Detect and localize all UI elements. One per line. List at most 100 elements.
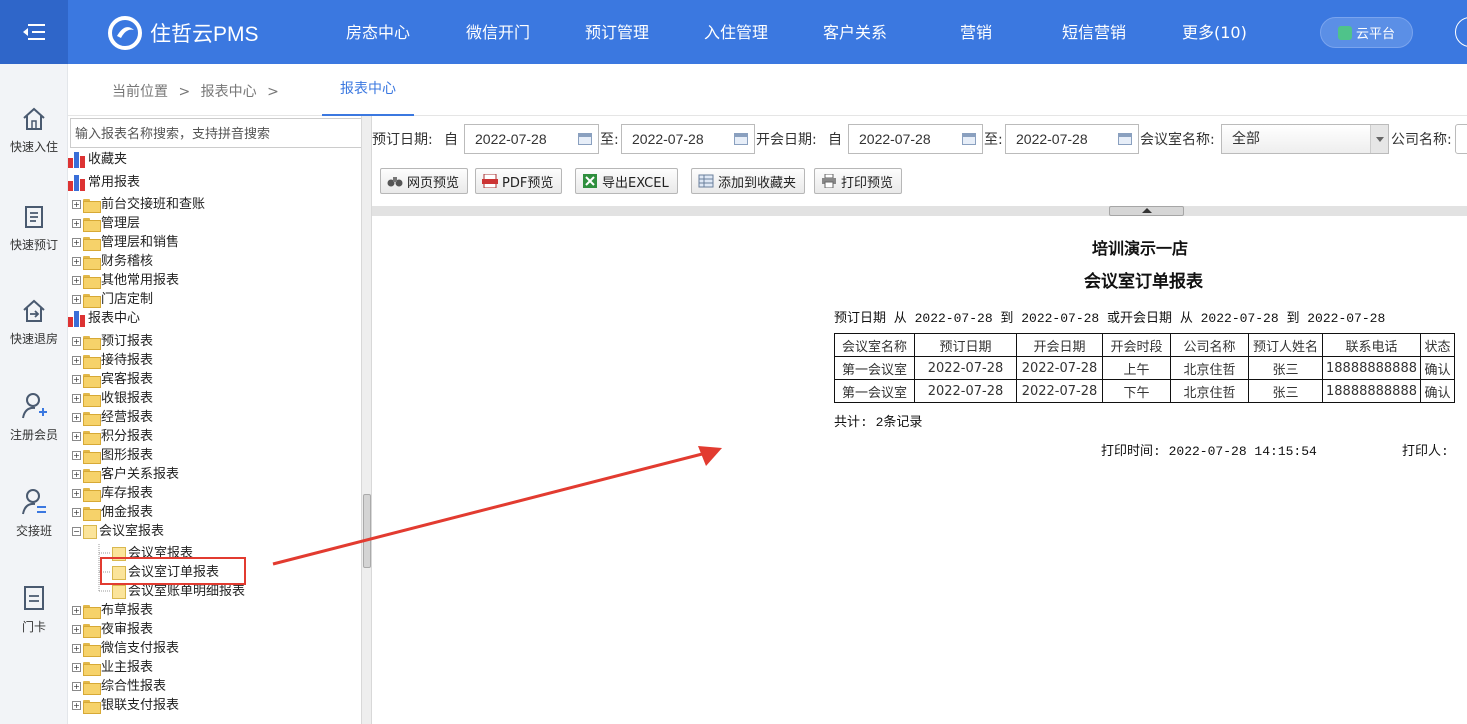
tree-node-management-sales[interactable]: + 管理层和销售 xyxy=(72,233,179,252)
tree-node-comprehensive-reports[interactable]: + 综合性报表 xyxy=(72,677,166,696)
booking-date-label: 预订日期: xyxy=(372,132,433,148)
col-company: 公司名称 xyxy=(1170,333,1249,357)
expand-icon[interactable]: + xyxy=(72,356,81,365)
nav-wechat-door[interactable]: 微信开门 xyxy=(466,0,530,64)
tree-node-label: 前台交接班和查账 xyxy=(101,197,206,212)
tree-node-night-audit-reports[interactable]: + 夜审报表 xyxy=(72,620,153,639)
expand-icon[interactable]: + xyxy=(72,394,81,403)
tree-node-common-reports[interactable]: 常用报表 xyxy=(68,173,140,192)
menu-toggle-button[interactable] xyxy=(0,0,68,64)
tree-node-inventory-reports[interactable]: + 库存报表 xyxy=(72,484,153,503)
expand-icon[interactable]: + xyxy=(72,644,81,653)
user-avatar[interactable] xyxy=(1455,17,1467,47)
meeting-date-to-field[interactable]: 2022-07-28 xyxy=(1005,124,1139,154)
breadcrumb-report-center[interactable]: 报表中心 xyxy=(201,84,257,100)
pdf-preview-button[interactable]: PDF预览 xyxy=(475,168,563,194)
tree-node-reception-reports[interactable]: + 接待报表 xyxy=(72,351,153,370)
tree-node-operation-reports[interactable]: + 经营报表 xyxy=(72,408,153,427)
print-preview-button[interactable]: 打印预览 xyxy=(814,168,903,194)
splitter-collapse-handle[interactable] xyxy=(363,494,371,568)
door-card-button[interactable]: 门卡 xyxy=(0,584,68,635)
nav-booking[interactable]: 预订管理 xyxy=(585,0,649,64)
tree-node-wechat-pay-reports[interactable]: + 微信支付报表 xyxy=(72,639,179,658)
tree-node-owner-reports[interactable]: + 业主报表 xyxy=(72,658,153,677)
web-preview-button[interactable]: 网页预览 xyxy=(380,168,469,194)
expand-icon[interactable]: + xyxy=(72,606,81,615)
tree-node-cashier-reports[interactable]: + 收银报表 xyxy=(72,389,153,408)
expand-icon[interactable]: + xyxy=(72,508,81,517)
tree-node-finance-audit[interactable]: + 财务稽核 xyxy=(72,252,153,271)
tree-node-label: 经营报表 xyxy=(101,410,154,425)
expand-icon[interactable]: + xyxy=(72,489,81,498)
folder-icon xyxy=(83,274,101,289)
expand-icon[interactable]: + xyxy=(72,337,81,346)
tree-node-unionpay-reports[interactable]: + 银联支付报表 xyxy=(72,696,179,715)
quick-checkout-button[interactable]: 快速退房 xyxy=(0,298,68,347)
col-booking-date: 预订日期 xyxy=(914,333,1017,357)
company-name-input[interactable] xyxy=(1455,124,1467,154)
printer-icon xyxy=(822,174,836,188)
meeting-date-from-field[interactable]: 2022-07-28 xyxy=(848,124,983,154)
brand-logo[interactable]: 住哲云PMS xyxy=(108,16,259,50)
expand-icon[interactable]: + xyxy=(72,276,81,285)
expand-icon[interactable]: + xyxy=(72,470,81,479)
nav-crm[interactable]: 客户关系 xyxy=(823,0,887,64)
nav-more[interactable]: 更多(10) xyxy=(1182,0,1247,64)
tree-node-favorites[interactable]: 收藏夹 xyxy=(68,150,127,169)
tab-report-center[interactable]: 报表中心 xyxy=(322,64,414,116)
cell-time-slot: 下午 xyxy=(1102,379,1171,403)
add-favorite-button[interactable]: 添加到收藏夹 xyxy=(691,168,806,194)
expand-icon[interactable]: + xyxy=(72,219,81,228)
expand-icon[interactable]: + xyxy=(72,295,81,304)
expand-icon[interactable]: + xyxy=(72,200,81,209)
expand-icon[interactable]: + xyxy=(72,451,81,460)
tree-node-guest-reports[interactable]: + 宾客报表 xyxy=(72,370,153,389)
expand-icon[interactable]: + xyxy=(72,701,81,710)
expand-icon[interactable]: + xyxy=(72,625,81,634)
filter-collapse-handle[interactable] xyxy=(1109,206,1184,216)
quick-checkin-button[interactable]: 快速入住 xyxy=(0,106,68,155)
nav-checkin[interactable]: 入住管理 xyxy=(704,0,768,64)
tree-node-points-reports[interactable]: + 积分报表 xyxy=(72,427,153,446)
calendar-icon[interactable] xyxy=(578,133,592,145)
calendar-icon[interactable] xyxy=(734,133,748,145)
tree-node-report-center[interactable]: 报表中心 xyxy=(68,309,140,328)
tree-node-linen-reports[interactable]: + 布草报表 xyxy=(72,601,153,620)
tree-node-front-desk-shift[interactable]: + 前台交接班和查账 xyxy=(72,195,205,214)
collapse-icon[interactable]: − xyxy=(72,527,81,536)
panel-splitter[interactable] xyxy=(361,116,372,724)
nav-room-status[interactable]: 房态中心 xyxy=(346,0,410,64)
expand-icon[interactable]: + xyxy=(72,238,81,247)
expand-icon[interactable]: + xyxy=(72,682,81,691)
expand-icon[interactable]: + xyxy=(72,432,81,441)
expand-icon[interactable]: + xyxy=(72,257,81,266)
tree-node-crm-reports[interactable]: + 客户关系报表 xyxy=(72,465,179,484)
report-search-input[interactable] xyxy=(70,118,369,148)
nav-marketing[interactable]: 营销 xyxy=(960,0,992,64)
meeting-room-select[interactable]: 全部 xyxy=(1221,124,1389,154)
tree-node-management[interactable]: + 管理层 xyxy=(72,214,140,233)
shift-handover-label: 交接班 xyxy=(15,524,52,538)
calendar-icon[interactable] xyxy=(1118,133,1132,145)
tree-node-booking-reports[interactable]: + 预订报表 xyxy=(72,332,153,351)
expand-icon[interactable]: + xyxy=(72,663,81,672)
tree-node-other-common[interactable]: + 其他常用报表 xyxy=(72,271,179,290)
tree-node-graphic-reports[interactable]: + 图形报表 xyxy=(72,446,153,465)
tree-node-commission-reports[interactable]: + 佣金报表 xyxy=(72,503,153,522)
cloud-platform-button[interactable]: 云平台 xyxy=(1320,17,1413,48)
calendar-icon[interactable] xyxy=(962,133,976,145)
quick-booking-button[interactable]: 快速预订 xyxy=(0,204,68,253)
cell-status: 确认 xyxy=(1420,356,1455,380)
tree-node-label: 常用报表 xyxy=(88,175,141,190)
register-member-button[interactable]: 注册会员 xyxy=(0,392,68,443)
booking-date-to-field[interactable]: 2022-07-28 xyxy=(621,124,755,154)
tree-node-meeting-room-reports[interactable]: − 会议室报表 xyxy=(72,522,164,541)
tree-node-label: 会议室报表 xyxy=(99,524,165,539)
expand-icon[interactable]: + xyxy=(72,375,81,384)
booking-date-from-field[interactable]: 2022-07-28 xyxy=(464,124,599,154)
expand-icon[interactable]: + xyxy=(72,413,81,422)
shift-handover-button[interactable]: 交接班 xyxy=(0,488,68,539)
tree-node-store-custom[interactable]: + 门店定制 xyxy=(72,290,153,309)
nav-sms[interactable]: 短信营销 xyxy=(1062,0,1126,64)
export-excel-button[interactable]: 导出EXCEL xyxy=(575,168,678,194)
